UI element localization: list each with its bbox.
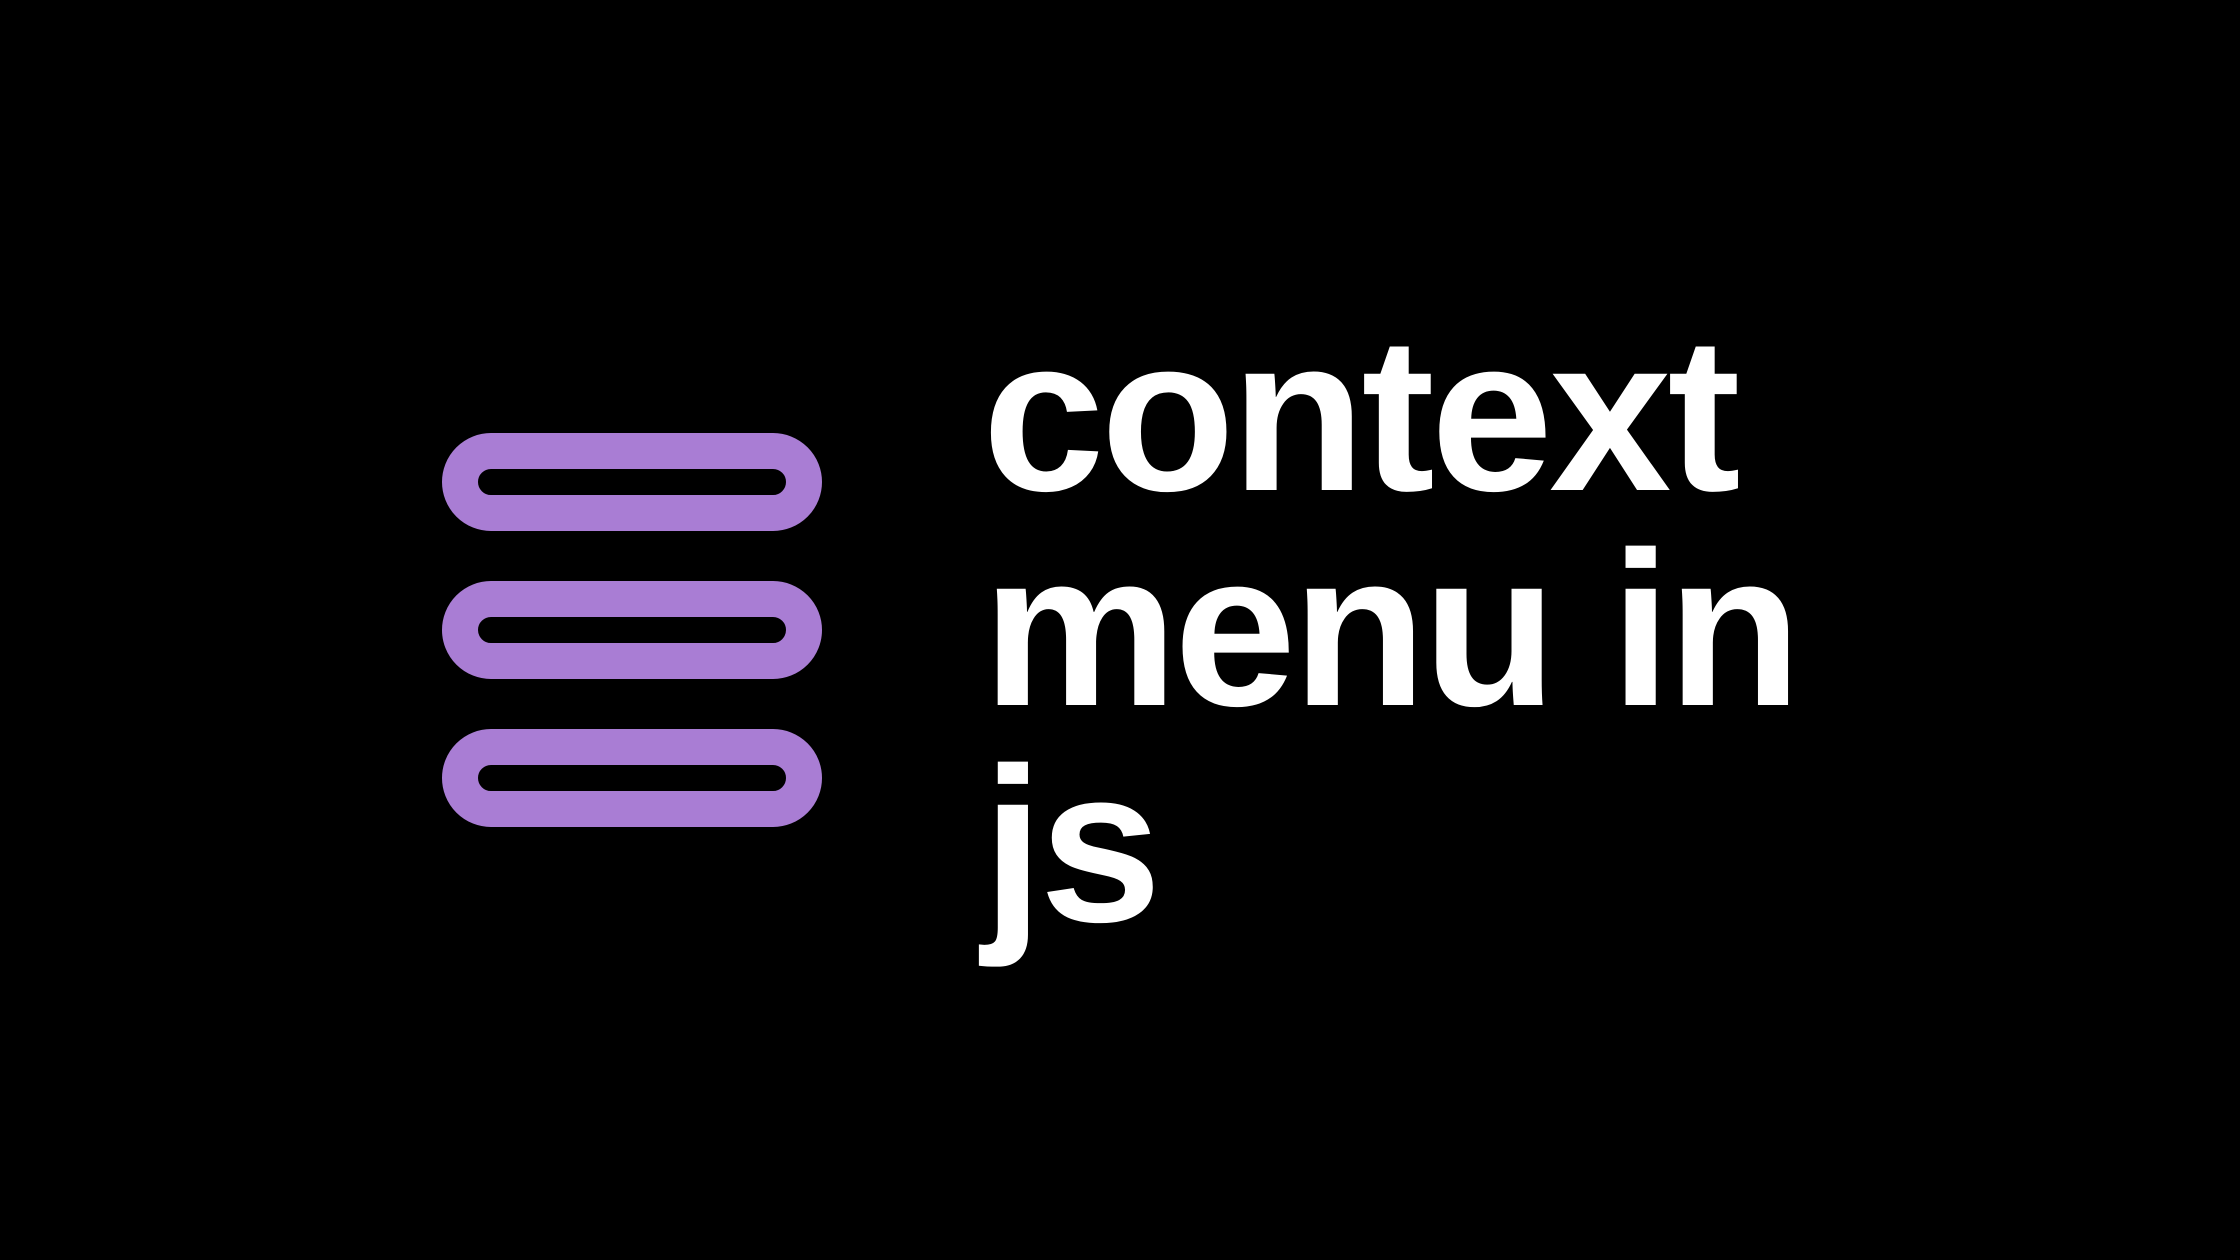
menu-bar-3 — [442, 729, 822, 827]
hero-container: context menu in js — [242, 307, 1997, 954]
menu-icon — [442, 433, 822, 827]
page-title: context menu in js — [982, 307, 1797, 954]
menu-bar-1 — [442, 433, 822, 531]
menu-bar-2 — [442, 581, 822, 679]
